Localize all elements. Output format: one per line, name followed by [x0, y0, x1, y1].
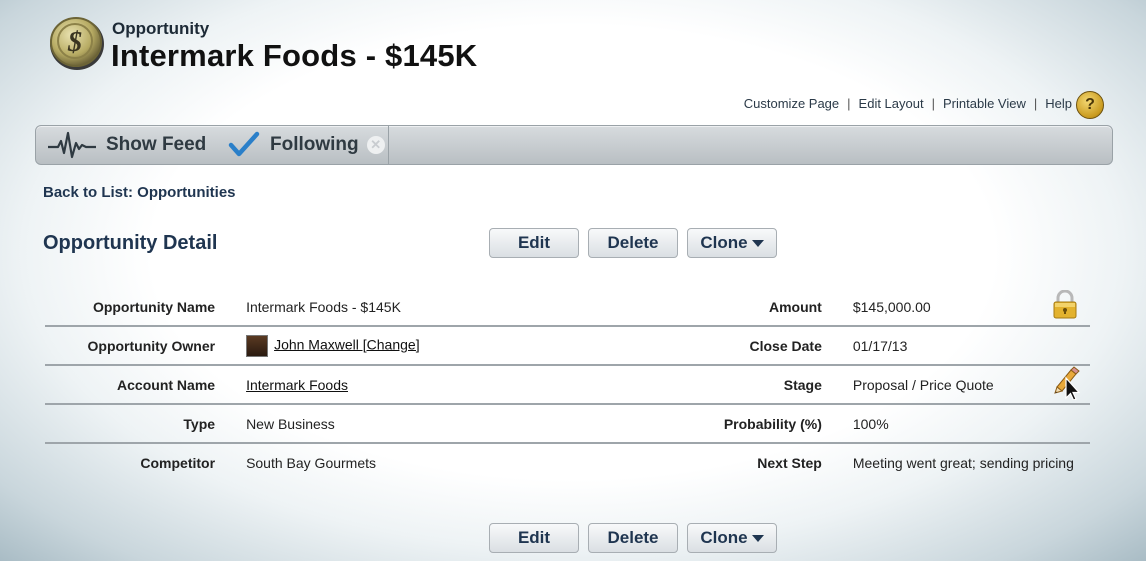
field-value: Meeting went great; sending pricing: [852, 454, 1074, 471]
chatter-feed-bar: Show Feed Following ✕: [35, 125, 1113, 165]
printable-view-link[interactable]: Printable View: [943, 96, 1026, 111]
field-label: Stage: [562, 365, 853, 405]
delete-button[interactable]: Delete: [588, 523, 678, 553]
lock-icon: [1052, 289, 1078, 320]
field-value: 01/17/13: [852, 326, 1053, 366]
detail-row: Competitor South Bay Gourmets Next Step …: [45, 443, 1090, 481]
detail-row: Opportunity Name Intermark Foods - $145K…: [45, 288, 1090, 327]
clone-button[interactable]: Clone: [687, 523, 777, 553]
help-question-icon[interactable]: ?: [1076, 91, 1104, 119]
clone-button[interactable]: Clone: [687, 228, 777, 258]
svg-text:$: $: [67, 27, 82, 58]
owner-link[interactable]: John Maxwell [Change]: [274, 336, 420, 352]
chevron-down-icon: [751, 535, 764, 543]
field-value: South Bay Gourmets: [246, 454, 377, 471]
field-label: Probability (%): [562, 404, 853, 444]
customize-page-link[interactable]: Customize Page: [744, 96, 839, 111]
field-label: Opportunity Name: [45, 288, 246, 327]
edit-button[interactable]: Edit: [489, 523, 579, 553]
field-value: New Business: [245, 404, 563, 444]
field-value: $145,000.00: [852, 288, 1053, 327]
chevron-down-icon: [751, 240, 764, 248]
field-label: Close Date: [562, 326, 853, 366]
page-title: Intermark Foods - $145K: [111, 38, 478, 73]
top-links: Customize Page | Edit Layout | Printable…: [744, 96, 1072, 111]
clone-label: Clone: [700, 233, 748, 252]
field-label: Amount: [562, 288, 853, 327]
link-separator: |: [847, 96, 851, 111]
pencil-edit-icon[interactable]: [1052, 366, 1082, 401]
link-separator: |: [1033, 96, 1038, 111]
unfollow-close-icon[interactable]: ✕: [366, 136, 385, 154]
field-label: Type: [45, 404, 246, 444]
field-label: Competitor: [140, 454, 216, 471]
detail-row: Type New Business Probability (%) 100%: [45, 404, 1090, 444]
field-label: Next Step: [757, 454, 822, 471]
detail-row: Account Name Intermark Foods Stage Propo…: [45, 365, 1090, 405]
link-separator: |: [931, 96, 935, 111]
following-toggle[interactable]: Following ✕: [228, 126, 385, 164]
object-type-label: Opportunity: [112, 19, 210, 38]
show-feed-label: Show Feed: [106, 134, 207, 155]
field-value: Intermark Foods - $145K: [245, 288, 563, 327]
dollar-coin-icon: $: [48, 14, 106, 72]
checkmark-icon: [228, 131, 260, 157]
section-title: Opportunity Detail: [43, 232, 218, 254]
feed-pulse-icon: [48, 131, 96, 159]
field-label: Opportunity Owner: [45, 326, 246, 366]
help-link[interactable]: Help: [1045, 96, 1072, 111]
back-to-list-link[interactable]: Back to List: Opportunities: [43, 184, 236, 201]
field-value: 100%: [852, 404, 1053, 444]
edit-button[interactable]: Edit: [489, 228, 579, 258]
field-label: Account Name: [45, 365, 246, 405]
field-value: Proposal / Price Quote: [852, 365, 1053, 405]
following-label: Following: [270, 134, 359, 155]
show-feed-button[interactable]: Show Feed: [48, 126, 206, 164]
detail-row: Opportunity Owner John Maxwell [Change] …: [45, 326, 1090, 366]
opportunity-detail-table: Opportunity Name Intermark Foods - $145K…: [45, 288, 1090, 481]
delete-button[interactable]: Delete: [588, 228, 678, 258]
account-link[interactable]: Intermark Foods: [246, 377, 348, 393]
clone-label: Clone: [700, 528, 748, 547]
feed-bar-divider: [388, 126, 389, 164]
edit-layout-link[interactable]: Edit Layout: [859, 96, 924, 111]
avatar: [246, 334, 269, 357]
